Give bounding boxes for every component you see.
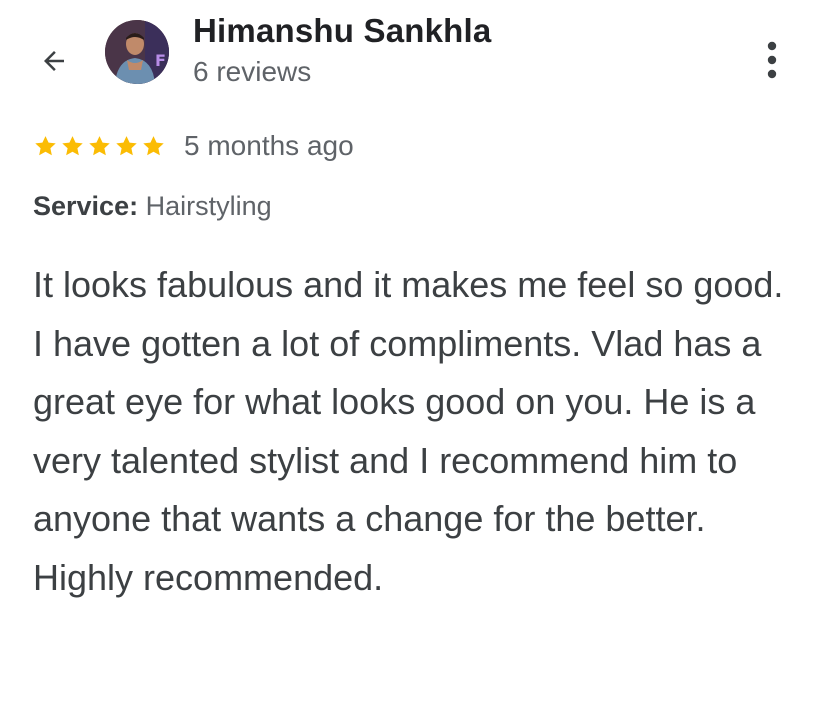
arrow-back-icon: [39, 46, 69, 81]
star-icon: [116, 135, 137, 155]
star-icon: [89, 135, 110, 155]
svg-text:F: F: [155, 51, 166, 70]
star-icon: [62, 135, 83, 155]
more-options-button[interactable]: [752, 40, 792, 84]
review-time: 5 months ago: [184, 130, 354, 161]
service-label: Service:: [33, 191, 146, 221]
star-icon: [143, 135, 164, 155]
star-rating: [33, 134, 166, 159]
review-count: 6 reviews: [193, 56, 312, 87]
more-vert-icon: [766, 40, 778, 85]
review-text: It looks fabulous and it makes me feel s…: [33, 264, 784, 598]
back-button[interactable]: [34, 43, 74, 83]
star-icon: [35, 135, 56, 155]
reviewer-avatar[interactable]: F: [105, 20, 169, 84]
service-row: Service: Hairstyling: [33, 191, 272, 222]
reviewer-name[interactable]: Himanshu Sankhla: [193, 12, 491, 50]
service-value: Hairstyling: [145, 191, 272, 221]
rating-row: 5 months ago: [33, 128, 354, 164]
